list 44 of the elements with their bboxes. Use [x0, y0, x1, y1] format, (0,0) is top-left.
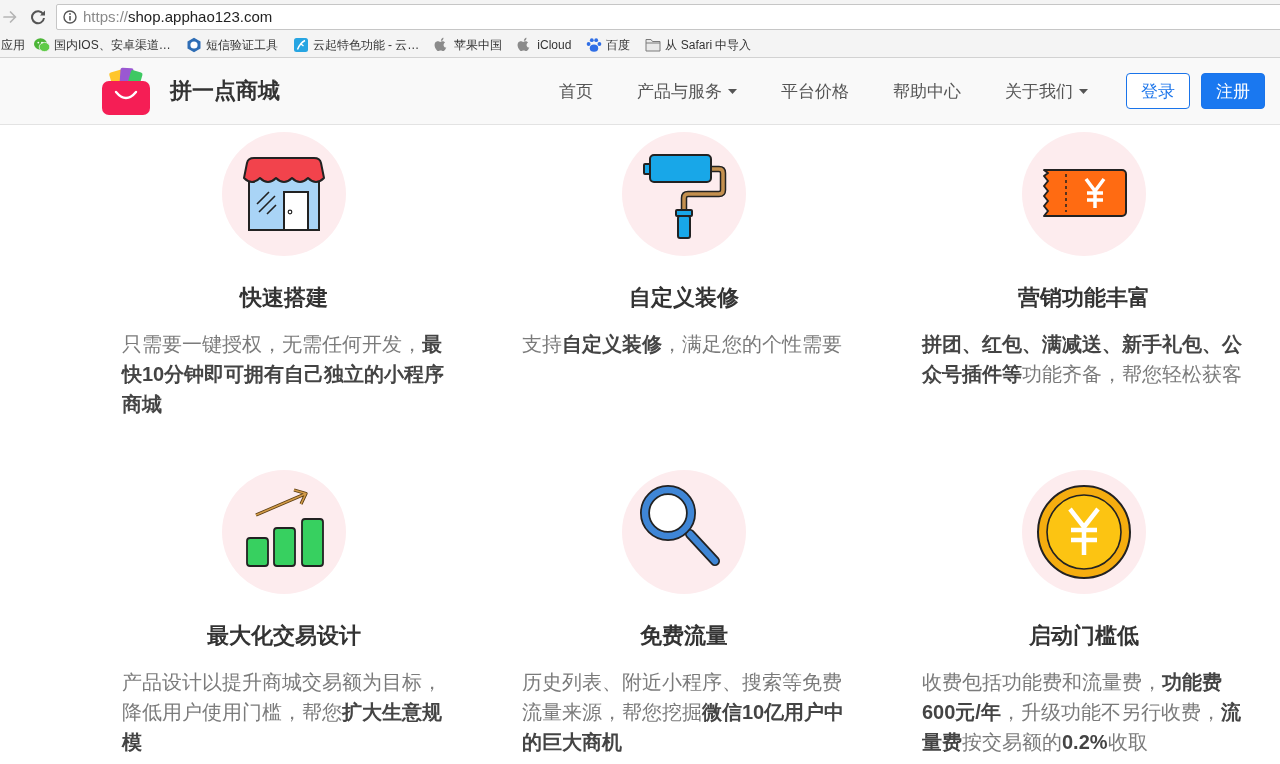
nav-link[interactable]: 关于我们: [1005, 79, 1088, 103]
bookmark-link[interactable]: 苹果中国: [434, 36, 503, 54]
feature-description: 收费包括功能费和流量费，功能费600元/年，升级功能不另行收费，流量费按交易额的0.2%收取: [922, 670, 1242, 755]
feature-description: 支持自定义装修，满足您的个性需要: [522, 332, 843, 357]
logo-icon[interactable]: [102, 67, 150, 115]
nav-link[interactable]: 产品与服务: [637, 79, 737, 103]
nav-link[interactable]: 帮助中心: [893, 79, 961, 103]
paint-roller-icon: [622, 132, 746, 256]
app-icon: [292, 37, 309, 53]
register-button[interactable]: 注册: [1201, 73, 1265, 109]
feature-title: 启动门槛低: [1029, 622, 1139, 650]
bookmark-link[interactable]: 应用: [1, 36, 25, 54]
feature-description: 拼团、红包、满减送、新手礼包、公众号插件等功能齐备，帮您轻松获客: [922, 332, 1243, 387]
paw-icon: [586, 37, 603, 53]
feature-title: 自定义装修: [629, 284, 739, 312]
bookmark-link[interactable]: iCloud: [517, 37, 572, 53]
bar-chart-icon: [222, 470, 346, 594]
bookmark-link[interactable]: 百度: [586, 36, 631, 54]
ticket-icon: [1022, 132, 1146, 256]
folder-icon: [645, 37, 662, 53]
coin-icon: [1022, 470, 1146, 594]
chat-bubble-icon: [34, 37, 50, 53]
nav-link[interactable]: 平台价格: [781, 79, 849, 103]
feature-title: 最大化交易设计: [207, 622, 361, 650]
url-text: https://shop.apphao123.com: [83, 8, 273, 25]
bookmark-link[interactable]: 从 Safari 中导入: [645, 36, 752, 54]
bookmark-link[interactable]: 国内IOS、安卓渠道…: [34, 36, 171, 54]
info-icon[interactable]: [63, 9, 77, 24]
site-name[interactable]: 拼一点商城: [170, 76, 280, 106]
reload-icon[interactable]: [30, 8, 46, 25]
address-field[interactable]: https://shop.apphao123.com: [56, 3, 1280, 30]
bookmark-link[interactable]: 云起特色功能 - 云…: [292, 36, 420, 54]
feature-title: 免费流量: [640, 622, 728, 650]
hexagon-icon: [185, 37, 202, 53]
bookmark-link[interactable]: 短信验证工具: [185, 36, 278, 54]
feature-description: 只需要一键授权，无需任何开发，最快10分钟即可拥有自己独立的小程序商城: [122, 332, 446, 417]
login-button[interactable]: 登录: [1126, 73, 1190, 109]
store-icon: [222, 132, 346, 256]
feature-description: 历史列表、附近小程序、搜索等免费流量来源，帮您挖掘微信10亿用户中的巨大商机: [522, 670, 846, 755]
feature-description: 产品设计以提升商城交易额为目标，降低用户使用门槛，帮您扩大生意规模: [122, 670, 443, 755]
magnifier-icon: [622, 470, 746, 594]
nav-link[interactable]: 首页: [559, 79, 593, 103]
feature-title: 营销功能丰富: [1018, 284, 1150, 312]
feature-title: 快速搭建: [240, 284, 328, 312]
